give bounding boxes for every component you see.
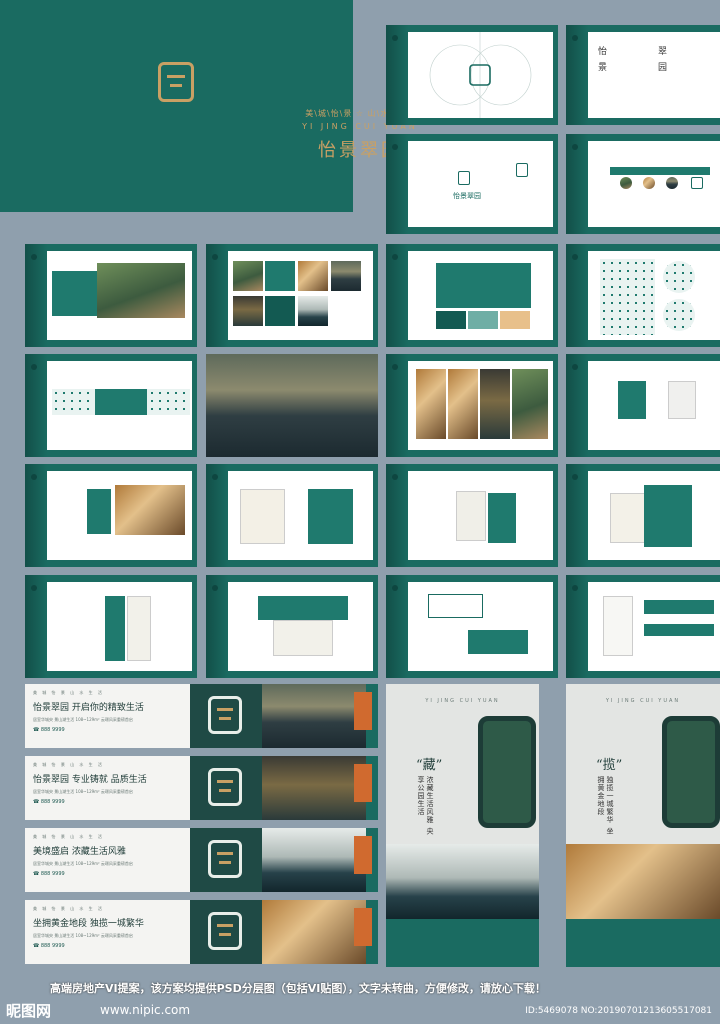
poster-keyword: “藏” [416,758,443,773]
banner-phone: ☎ 888 9999 [33,943,65,949]
banner-small: 美 城 怡 景 山 水 生 活 [33,834,104,839]
logo-text: 怡景翠园 [453,192,481,200]
logo-grid-drawing [429,32,532,118]
logo-icon [158,62,194,102]
banner-small: 美 城 怡 景 山 水 生 活 [33,690,104,695]
poster-photo [566,844,720,919]
banner-2: 美 城 怡 景 山 水 生 活 怡景翠园 专业铸就 品质生活 居室华城央 景山湖… [25,756,378,820]
vi-page-bag-mockup [386,464,558,567]
vi-page-cards [25,464,197,567]
banner-tag [354,908,372,946]
typeface-char: 景 [598,63,608,73]
banner-4: 美 城 怡 景 山 水 生 活 坐拥黄金地段 独揽一城繁华 居室华城央 景山湖生… [25,900,378,964]
banner-phone: ☎ 888 9999 [33,871,65,877]
image-id: ID:5469078 NO:20190701213605517081 [525,1006,712,1016]
banner-headline: 坐拥黄金地段 独揽一城繁华 [33,919,144,929]
vi-page-site-photo [206,354,378,457]
logo-icon [208,912,242,950]
logo-icon [691,177,703,189]
poster-english: YI JING CUI YUAN [605,698,681,704]
logo-icon [208,768,242,806]
banner-photo [262,684,366,748]
footer-note: 高端房地产VI提案，该方案均提供PSD分层图（包括VI贴图），文字未转曲，方便修… [50,982,546,995]
banner-3: 美 城 怡 景 山 水 生 活 美境盛启 浓藏生活风雅 居室华城央 景山湖生活 … [25,828,378,892]
vi-page-logo-grid [386,25,558,125]
logo-icon [208,840,242,878]
vi-page-typeface: 怡 翠 景 园 [566,25,720,125]
vi-page-interior [386,354,558,457]
cover-panel: 美\城\怡\景 ☆ 山\水\生\活 YI JING CUI YUAN 怡景翠园 [0,0,415,212]
banner-phone: ☎ 888 9999 [33,727,65,733]
big-logo-icon [478,716,536,828]
poster-copy: 独揽一城繁华 坐拥黄金地段 [597,776,614,836]
typeface-char: 园 [658,63,668,73]
typeface-char: 翠 [658,47,668,57]
banner-tag [354,764,372,802]
banner-logo-block [190,684,262,748]
banner-1: 美 城 怡 景 山 水 生 活 怡景翠园 开启你的精致生活 居室华城央 景山湖生… [25,684,378,748]
vi-page-logo-application [566,134,720,234]
banner-phone: ☎ 888 9999 [33,799,65,805]
vi-page-folder [25,575,197,678]
banner-tag [354,692,372,730]
vi-page-photos [25,244,197,347]
logo-icon [458,171,470,185]
banner-photo [262,756,366,820]
vi-page-patterns [566,244,720,347]
typeface-char: 怡 [598,47,608,57]
banner-info: 居室华城央 景山湖生活 108~129m² 云璟风采重磅首启 [33,861,133,866]
banner-small: 美 城 怡 景 山 水 生 活 [33,762,104,767]
banner-photo [262,900,366,964]
logo-icon [208,696,242,734]
watermark-url: www.nipic.com [100,1003,191,1017]
big-logo-icon [662,716,720,828]
banner-headline: 怡景翠园 专业铸就 品质生活 [33,775,147,785]
logo-icon [516,163,528,177]
watermark-logo: 昵图网 [6,1002,52,1020]
vi-page-letterhead [566,575,720,678]
banner-photo [262,828,366,892]
banner-tag [354,836,372,874]
vi-page-band [25,354,197,457]
vi-page-bags [206,464,378,567]
banner-info: 居室华城央 景山湖生活 108~129m² 云璟风采重磅首启 [33,933,133,938]
banner-headline: 怡景翠园 开启你的精致生活 [33,703,144,713]
vi-page-stationery [386,575,558,678]
banner-info: 居室华城央 景山湖生活 108~129m² 云璟风采重磅首启 [33,717,133,722]
poster-keyword: “揽” [596,758,623,773]
poster-photo [386,844,539,919]
banner-small: 美 城 怡 景 山 水 生 活 [33,906,104,911]
vi-page-envelope [566,464,720,567]
vi-page-cups [566,354,720,457]
banner-headline: 美境盛启 浓藏生活风雅 [33,847,126,857]
vi-page-logo-variants: 怡景翠园 [386,134,558,234]
poster-2: YI JING CUI YUAN “揽” 独揽一城繁华 坐拥黄金地段 [566,684,720,967]
poster-1: YI JING CUI YUAN “藏” 浓藏生活风雅 央享公园生活 [386,684,539,967]
footer: 高端房地产VI提案，该方案均提供PSD分层图（包括VI贴图），文字未转曲，方便修… [0,980,720,1024]
banner-info: 居室华城央 景山湖生活 108~129m² 云璟风采重磅首启 [33,789,133,794]
vi-page-box-dieline [206,575,378,678]
poster-english: YI JING CUI YUAN [425,698,500,704]
vi-page-colors [386,244,558,347]
poster-copy: 浓藏生活风雅 央享公园生活 [417,776,434,836]
vi-page-moodboard [206,244,378,347]
